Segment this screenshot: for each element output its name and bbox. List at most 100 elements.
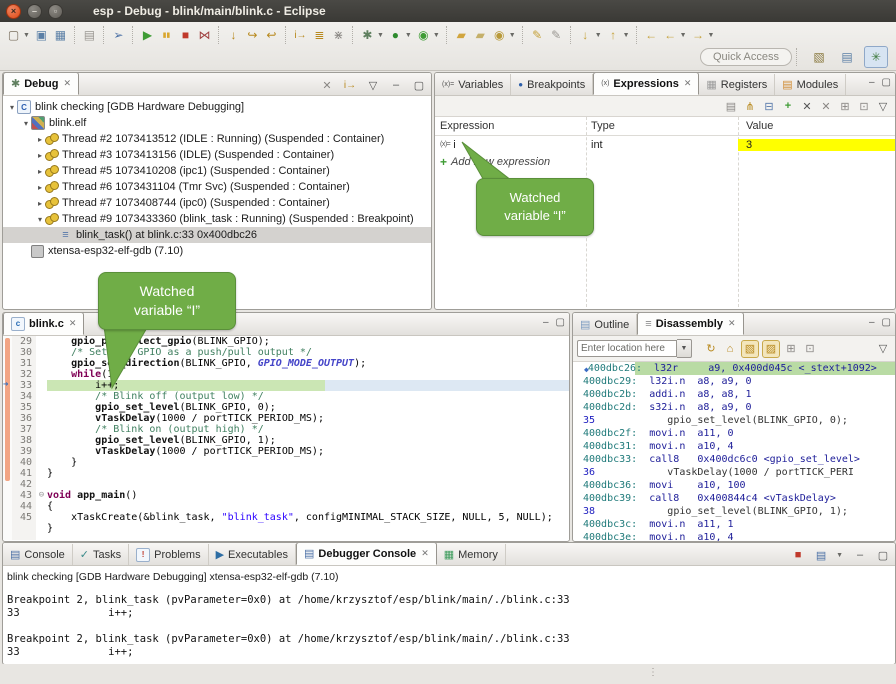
code-line[interactable]: i++; (47, 380, 569, 391)
column-header-value[interactable]: Value (738, 120, 895, 132)
sync-selection-icon[interactable]: ▨ (762, 340, 780, 358)
debug-tree-row[interactable]: ▾Thread #9 1073433360 (blink_task : Runn… (3, 211, 431, 227)
show-debug-sources-icon[interactable]: ≣ (311, 25, 328, 45)
skip-all-breakpoints-icon[interactable]: ➢ (110, 25, 127, 45)
remove-all-terminated-icon[interactable]: ✕ (319, 77, 335, 93)
maximize-icon[interactable]: ▢ (556, 317, 565, 328)
tree-expander-icon[interactable]: ▸ (35, 183, 45, 192)
debug-perspective-icon[interactable]: ✳ (864, 46, 888, 68)
tab-blink-c[interactable]: c blink.c ✕ (3, 312, 84, 335)
minimize-icon[interactable]: ‒ (543, 317, 549, 328)
debug-tree-row[interactable]: ▾blink.elf (3, 115, 431, 131)
tab-memory[interactable]: ▦Memory (437, 544, 506, 565)
next-annotation-icon[interactable]: ↓ (577, 25, 594, 45)
fold-gutter[interactable]: ⊖ (36, 336, 47, 540)
close-icon[interactable]: ✕ (684, 78, 692, 89)
show-type-names-icon[interactable]: ▤ (723, 98, 739, 114)
expression-cell[interactable]: (x)=i (435, 139, 586, 151)
dropdown-icon[interactable]: ▼ (708, 32, 715, 39)
collapse-all-icon[interactable]: ⊟ (761, 98, 777, 114)
show-source-icon[interactable]: ▧ (741, 340, 759, 358)
expression-row[interactable]: (x)=iint3 (435, 136, 895, 153)
instruction-stepping-icon[interactable]: i→ (292, 25, 309, 45)
tab-registers[interactable]: ▦Registers (699, 74, 775, 95)
tree-expander-icon[interactable]: ▸ (35, 167, 45, 176)
open-element-icon[interactable]: ▰ (453, 25, 470, 45)
disconnect-icon[interactable]: ⋈ (196, 25, 213, 45)
view-menu-icon[interactable]: ▽ (875, 98, 891, 114)
dropdown-icon[interactable]: ▼ (836, 552, 843, 559)
tree-expander-icon[interactable]: ▸ (35, 199, 45, 208)
tree-expander-icon[interactable]: ▾ (7, 103, 17, 112)
location-dropdown-icon[interactable]: ▼ (677, 339, 692, 358)
code-line[interactable]: while(1) (47, 369, 569, 380)
debug-tree-row[interactable]: ≡blink_task() at blink.c:33 0x400dbc26 (3, 227, 431, 243)
disassembly-line[interactable]: 400dbc33: call8 0x400dc6c0 <gpio_set_lev… (573, 453, 895, 466)
code-line[interactable]: gpio_set_direction(BLINK_GPIO, GPIO_MODE… (47, 358, 569, 369)
new-view-icon[interactable]: ⊞ (837, 98, 853, 114)
code-line[interactable]: { (47, 501, 569, 512)
debug-tree-row[interactable]: ▾Cblink checking [GDB Hardware Debugging… (3, 99, 431, 115)
terminate-icon[interactable]: ■ (177, 25, 194, 45)
dropdown-icon[interactable]: ▼ (680, 32, 687, 39)
disassembly-line[interactable]: 400dbc29: l32i.n a8, a9, 0 (573, 375, 895, 388)
view-menu-icon[interactable]: ▽ (875, 341, 891, 357)
dropdown-icon[interactable]: ▼ (433, 32, 440, 39)
step-over-icon[interactable]: ↪ (244, 25, 261, 45)
tab-tasks[interactable]: ✓Tasks (73, 544, 129, 565)
minimize-icon[interactable]: ‒ (852, 547, 868, 563)
code-line[interactable]: } (47, 457, 569, 468)
line-number-gutter[interactable]: 2930313233343536373839404142434445 (12, 336, 37, 540)
last-edit-location-icon[interactable]: ← (643, 25, 660, 45)
save-all-icon[interactable]: ▦ (52, 25, 69, 45)
debug-tree-row[interactable]: ▸Thread #5 1073410208 (ipc1) (Suspended … (3, 163, 431, 179)
maximize-icon[interactable]: ▢ (875, 547, 891, 563)
disassembly-line[interactable]: 38 gpio_set_level(BLINK_GPIO, 1); (573, 505, 895, 518)
step-filters-icon[interactable]: ⋇ (330, 25, 347, 45)
tree-expander-icon[interactable]: ▾ (35, 215, 45, 224)
code-editor[interactable]: ➜ 2930313233343536373839404142434445 ⊖ g… (3, 336, 569, 540)
debug-tree-row[interactable]: ▸Thread #6 1073431104 (Tmr Svc) (Suspend… (3, 179, 431, 195)
cpp-perspective-icon[interactable]: ▤ (836, 47, 858, 67)
remove-expression-icon[interactable]: ✕ (799, 98, 815, 114)
resume-icon[interactable]: ▶ (139, 25, 156, 45)
location-input[interactable] (577, 340, 677, 357)
code-text[interactable]: gpio_pad_select_gpio(BLINK_GPIO); /* Set… (47, 336, 569, 540)
tab-debugger-console[interactable]: ▤Debugger Console✕ (296, 542, 437, 565)
tree-expander-icon[interactable]: ▾ (21, 119, 31, 128)
step-return-icon[interactable]: ↩ (263, 25, 280, 45)
tab-disassembly[interactable]: ≡Disassembly✕ (637, 312, 743, 335)
debug-tree-row[interactable]: ▸Thread #2 1073413512 (IDLE : Running) (… (3, 131, 431, 147)
tab-expressions[interactable]: (x)Expressions✕ (593, 72, 699, 95)
tab-modules[interactable]: ▤Modules (775, 74, 846, 95)
disassembly-line[interactable]: ◆400dbc26: l32r a9, 0x400d045c <_stext+1… (573, 362, 895, 375)
save-icon[interactable]: ▣ (33, 25, 50, 45)
disassembly-line[interactable]: 400dbc2f: movi.n a11, 0 (573, 427, 895, 440)
external-tools-icon[interactable]: ◉ (415, 25, 432, 45)
disassembly-line[interactable]: 400dbc2b: addi.n a8, a8, 1 (573, 388, 895, 401)
tab-console[interactable]: ▤Console (3, 544, 73, 565)
close-icon[interactable]: ✕ (421, 548, 429, 559)
disassembly-line[interactable]: 36 vTaskDelay(1000 / portTICK_PERI (573, 466, 895, 479)
open-resource-icon[interactable]: ▰ (472, 25, 489, 45)
code-line[interactable]: /* Blink on (output high) */ (47, 424, 569, 435)
disassembly-line[interactable]: 400dbc36: movi a10, 100 (573, 479, 895, 492)
annotations-icon[interactable]: ✎ (548, 25, 565, 45)
debug-tree-row[interactable]: ▸Thread #7 1073408744 (ipc0) (Suspended … (3, 195, 431, 211)
display-console-icon[interactable]: ▤ (813, 547, 829, 563)
disassembly-line[interactable]: 400dbc3e: movi.n a10, 4 (573, 531, 895, 542)
home-icon[interactable]: ⌂ (722, 341, 738, 357)
minimize-icon[interactable]: ‒ (869, 317, 875, 328)
debugger-console[interactable]: blink checking [GDB Hardware Debugging] … (3, 566, 895, 659)
code-line[interactable]: gpio_set_level(BLINK_GPIO, 0); (47, 402, 569, 413)
code-line[interactable]: vTaskDelay(1000 / portTICK_PERIOD_MS); (47, 446, 569, 457)
dropdown-icon[interactable]: ▼ (595, 32, 602, 39)
code-line[interactable]: gpio_pad_select_gpio(BLINK_GPIO); (47, 336, 569, 347)
code-line[interactable]: xTaskCreate(&blink_task, "blink_task", c… (47, 512, 569, 523)
code-line[interactable]: /* Set the GPIO as a push/pull output */ (47, 347, 569, 358)
tab-outline[interactable]: ▤Outline (573, 314, 637, 335)
disassembly-listing[interactable]: ◆400dbc26: l32r a9, 0x400d045c <_stext+1… (573, 362, 895, 542)
disassembly-line[interactable]: 400dbc2d: s32i.n a8, a9, 0 (573, 401, 895, 414)
window-minimize-button[interactable]: – (27, 4, 42, 19)
suspend-icon[interactable]: ▮▮ (158, 25, 175, 45)
